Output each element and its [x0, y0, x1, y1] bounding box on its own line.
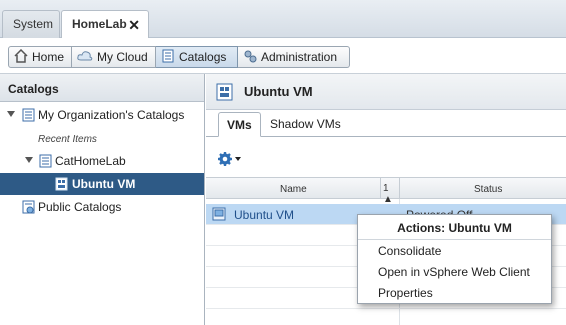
- home-label: Home: [32, 50, 65, 64]
- column-header-status[interactable]: Status: [474, 184, 502, 195]
- tree-item-public-catalogs[interactable]: Public Catalogs: [0, 196, 204, 218]
- tree-item-label: My Organization's Catalogs: [38, 108, 185, 122]
- catalogs-tree-panel: Catalogs My Organization's Catalogs Rece…: [0, 74, 205, 325]
- tab-system-label: System: [13, 17, 54, 31]
- subtab-bar: VMs Shadow VMs: [206, 110, 566, 137]
- menu-item-properties[interactable]: Properties: [358, 282, 551, 303]
- tab-homelab[interactable]: HomeLab ✕: [61, 10, 149, 39]
- gear-dropdown-icon[interactable]: [218, 152, 244, 166]
- vapp-template-icon: [55, 177, 68, 191]
- tab-shadow-vms-label: Shadow VMs: [270, 117, 341, 131]
- menu-item-consolidate[interactable]: Consolidate: [358, 240, 551, 261]
- catalog-icon: [39, 154, 52, 168]
- catalog-icon: [162, 49, 174, 63]
- close-icon[interactable]: ✕: [128, 17, 140, 34]
- expand-triangle-icon[interactable]: [7, 111, 15, 117]
- vm-name[interactable]: Ubuntu VM: [234, 208, 294, 222]
- home-button[interactable]: Home: [8, 46, 72, 68]
- vapp-template-icon: [216, 83, 233, 101]
- public-catalog-icon: [22, 200, 35, 214]
- panel-title: Catalogs: [0, 74, 204, 102]
- page-title: Ubuntu VM: [244, 84, 313, 99]
- vm-icon: [212, 207, 226, 221]
- recent-items-label: Recent Items: [38, 134, 97, 145]
- tree-item-label: CatHomeLab: [55, 154, 126, 168]
- expand-triangle-icon[interactable]: [25, 157, 33, 163]
- administration-button[interactable]: Administration: [238, 46, 350, 68]
- menu-item-open-vsphere-web-client[interactable]: Open in vSphere Web Client: [358, 261, 551, 282]
- my-cloud-label: My Cloud: [97, 50, 148, 64]
- administration-label: Administration: [261, 50, 338, 64]
- tab-vms-label: VMs: [227, 118, 252, 132]
- tree-item-my-org-catalogs[interactable]: My Organization's Catalogs: [0, 104, 204, 126]
- context-menu-title: Actions: Ubuntu VM: [358, 215, 551, 240]
- my-cloud-button[interactable]: My Cloud: [72, 46, 156, 68]
- tab-vms[interactable]: VMs: [218, 112, 261, 137]
- tree-item-cathomelab[interactable]: CatHomeLab: [0, 150, 204, 172]
- tree-item-label: Ubuntu VM: [72, 177, 136, 191]
- recent-items-heading: Recent Items: [0, 128, 204, 150]
- grid-header: Name 1 ▲ Status: [206, 177, 566, 205]
- tree-item-ubuntu-vm[interactable]: Ubuntu VM: [0, 173, 204, 195]
- gears-icon: [244, 50, 257, 63]
- home-icon: [14, 49, 28, 63]
- tab-shadow-vms[interactable]: Shadow VMs: [262, 112, 349, 137]
- tab-system[interactable]: System: [2, 10, 60, 38]
- nav-toolbar: Home My Cloud Catalogs Administration: [0, 38, 566, 74]
- sort-indicator[interactable]: 1 ▲: [380, 178, 400, 205]
- content-header: Ubuntu VM: [206, 74, 566, 110]
- tab-homelab-label: HomeLab: [72, 17, 127, 31]
- top-tab-strip: System HomeLab ✕: [0, 0, 566, 39]
- tree-item-label: Public Catalogs: [38, 200, 122, 214]
- context-menu: Actions: Ubuntu VM Consolidate Open in v…: [357, 214, 552, 304]
- catalog-icon: [22, 108, 35, 122]
- catalogs-button[interactable]: Catalogs: [156, 46, 238, 68]
- catalogs-label: Catalogs: [179, 50, 227, 64]
- column-header-name[interactable]: Name: [280, 184, 307, 195]
- cloud-icon: [77, 51, 93, 61]
- actions-toolbar: [206, 137, 566, 177]
